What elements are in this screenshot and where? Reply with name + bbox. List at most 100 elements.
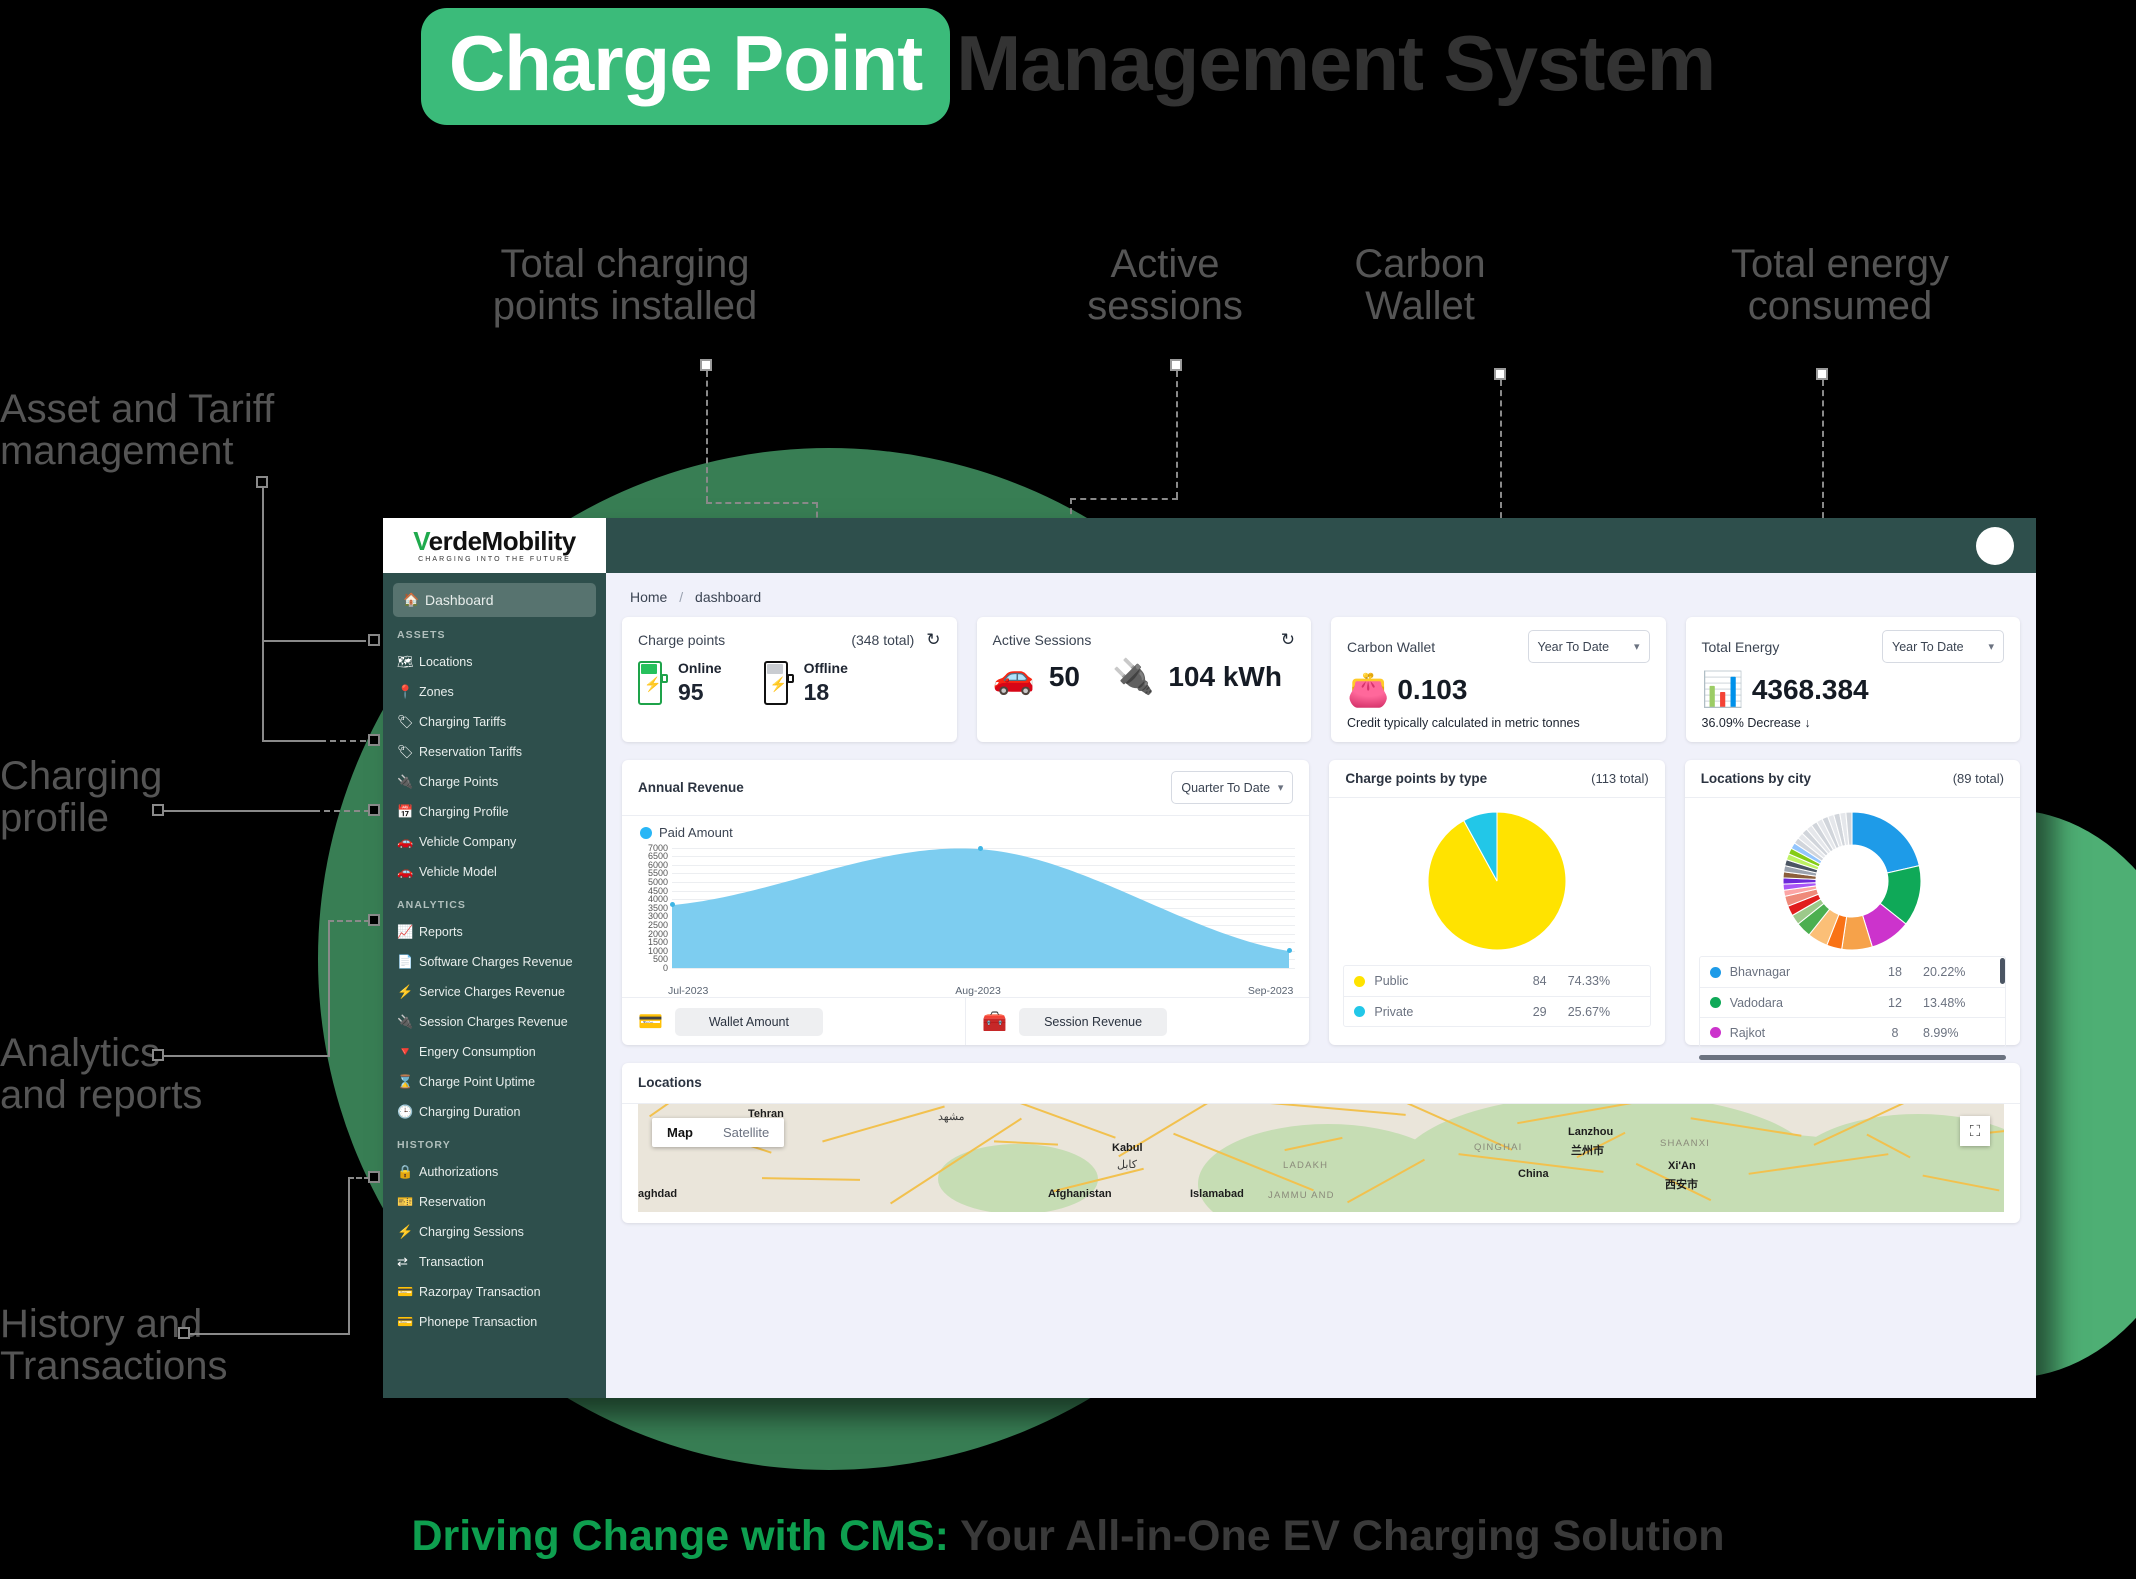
map-icon: 🗺	[397, 654, 414, 669]
leader-nub	[368, 634, 380, 646]
poster-stage: Charge Point Management System Asset and …	[0, 0, 2136, 1579]
horizontal-scrollbar[interactable]	[1698, 1055, 2006, 1060]
leader-line	[328, 920, 370, 922]
sidebar-group-title: ANALYTICS	[397, 899, 467, 911]
fullscreen-icon[interactable]: ⛶	[1960, 1116, 1990, 1146]
leader-nub	[152, 804, 164, 816]
sidebar-item-charging-tariffs[interactable]: 🏷 Charging Tariffs	[383, 707, 606, 737]
selected-period: Year To Date	[1537, 639, 1610, 654]
kpi-body: ⚡ Online 95 ⚡ Offline 18	[638, 660, 941, 706]
sidebar-item-label: Reports	[419, 925, 463, 939]
kpi-body: 🚗 50 🔌 104 kWh	[993, 660, 1296, 694]
revenue-area-chart: 0 500 1000 1500 2000 2500 3000 3500 4000 4500 5000…	[630, 842, 1296, 982]
sidebar-item-engery-consumption[interactable]: 🔻 Engery Consumption	[383, 1037, 606, 1067]
leader-nub	[368, 914, 380, 926]
sidebar-item-vehicle-model[interactable]: 🚗 Vehicle Model	[383, 857, 606, 887]
map-label: QINGHAI	[1474, 1142, 1523, 1153]
wallet-icon: 👛	[1347, 671, 1390, 709]
sidebar-item-reports[interactable]: 📈 Reports	[383, 917, 606, 947]
sidebar-item-reservation-tariffs[interactable]: 🏷 Reservation Tariffs	[383, 737, 606, 767]
annotation-charging-profile: Charging profile	[0, 754, 163, 840]
active-sessions-value: 50	[1048, 661, 1080, 692]
sidebar-item-session-charges-revenue[interactable]: 🔌 Session Charges Revenue	[383, 1007, 606, 1037]
sidebar-item-charge-points[interactable]: 🔌 Charge Points	[383, 767, 606, 797]
sidebar-groups: ASSETS 🗺 Locations 📍 Zones 🏷 Charging Tariffs 🏷…	[383, 617, 606, 1337]
legend-count: 84	[1532, 974, 1547, 988]
leader-line	[1176, 371, 1178, 498]
sidebar-item-dashboard[interactable]: 🏠 Dashboard	[393, 583, 596, 617]
map-label: Kabul	[1112, 1142, 1143, 1154]
kpi-card-total-energy: Total Energy Year To Date ▾ 📊 4368.384 3…	[1685, 617, 2020, 742]
annotation-carbon-wallet: Carbon Wallet	[1354, 242, 1486, 328]
y-axis-tick: 3000	[647, 911, 668, 922]
brand-tagline: CHARGING INTO THE FUTURE	[418, 556, 571, 563]
kpi-title: Active Sessions	[992, 632, 1092, 648]
sidebar-item-zones[interactable]: 📍 Zones	[383, 677, 606, 707]
sidebar-item-label: Service Charges Revenue	[419, 985, 565, 999]
sidebar-item-transaction[interactable]: ⇄ Transaction	[383, 1247, 606, 1277]
donut-legend-table: Bhavnagar 18 20.22% Vadodara 12 13.48% Rajkot 8…	[1698, 956, 2006, 1048]
total-energy-period-select[interactable]: Year To Date ▾	[1882, 630, 2004, 663]
card-icon: 💳	[397, 1284, 414, 1299]
sidebar-item-software-charges-revenue[interactable]: 📄 Software Charges Revenue	[383, 947, 606, 977]
revenue-period-select[interactable]: Quarter To Date ▾	[1171, 771, 1294, 804]
legend-percent: 8.99%	[1923, 1025, 1959, 1040]
vertical-scrollbar[interactable]	[2000, 958, 2005, 984]
sidebar-item-service-charges-revenue[interactable]: ⚡ Service Charges Revenue	[383, 977, 606, 1007]
refresh-icon[interactable]: ↻	[1281, 630, 1295, 650]
data-point	[669, 902, 675, 908]
home-icon: 🏠	[403, 592, 420, 607]
sidebar-item-label: Software Charges Revenue	[419, 955, 573, 969]
session-revenue-button[interactable]: Session Revenue	[1019, 1007, 1168, 1036]
sidebar-item-charging-duration[interactable]: 🕒 Charging Duration	[383, 1097, 606, 1127]
annual-revenue-card: Annual Revenue Quarter To Date ▾ Paid Am…	[622, 760, 1310, 1045]
sidebar-item-charging-sessions[interactable]: ⚡ Charging Sessions	[383, 1217, 606, 1247]
map-canvas[interactable]: Map Satellite ⛶ Tehran مشهد Kabul كابل Afgha…	[638, 1104, 2004, 1212]
leader-line	[164, 810, 314, 812]
ev-car-charging-icon: 🚗	[992, 658, 1035, 696]
calendar-icon: 📅	[397, 804, 414, 819]
plug-icon: 🔌	[397, 1014, 414, 1029]
map-toggle-satellite[interactable]: Satellite	[708, 1118, 784, 1147]
main-content: Home / dashboard Charge points (348 tota…	[606, 573, 2036, 1398]
map-label: Afghanistan	[1048, 1188, 1112, 1200]
x-axis-tick: Sep-2023	[1247, 985, 1294, 997]
map-terrain	[938, 1144, 1098, 1212]
legend-row: Vadodara 12 13.48%	[1699, 987, 2005, 1017]
sidebar: 🏠 Dashboard ASSETS 🗺 Locations 📍 Zones 🏷 Charg…	[383, 573, 606, 1398]
map-toggle-map[interactable]: Map	[652, 1118, 708, 1147]
annotation-asset-tariff: Asset and Tariff management	[0, 387, 275, 473]
poster-headline: Charge Point Management System	[0, 8, 2136, 125]
sidebar-item-charging-profile[interactable]: 📅 Charging Profile	[383, 797, 606, 827]
sidebar-item-phonepe-transaction[interactable]: 💳 Phonepe Transaction	[383, 1307, 606, 1337]
sidebar-item-razorpay-transaction[interactable]: 💳 Razorpay Transaction	[383, 1277, 606, 1307]
avatar[interactable]	[1976, 526, 2014, 565]
kpi-card-active-sessions: Active Sessions ↻ 🚗 50 🔌 104 kWh	[976, 617, 1311, 742]
sidebar-item-vehicle-company[interactable]: 🚗 Vehicle Company	[383, 827, 606, 857]
sidebar-item-reservation[interactable]: 🎫 Reservation	[383, 1187, 606, 1217]
map-label: SHAANXI	[1660, 1138, 1711, 1149]
y-axis-tick: 1500	[647, 937, 668, 948]
legend-label: Rajkot	[1729, 1025, 1766, 1040]
carbon-wallet-period-select[interactable]: Year To Date ▾	[1527, 630, 1650, 663]
legend-row: Rajkot 8 8.99%	[1699, 1017, 2005, 1047]
sidebar-item-charge-point-uptime[interactable]: ⌛ Charge Point Uptime	[383, 1067, 606, 1097]
refresh-icon[interactable]: ↻	[926, 630, 940, 649]
wallet-amount-button[interactable]: Wallet Amount	[674, 1007, 823, 1036]
brand-wordmark: VerdeMobility	[413, 528, 576, 554]
annotation-active-sessions: Active sessions	[1087, 242, 1243, 328]
sidebar-item-authorizations[interactable]: 🔒 Authorizations	[383, 1157, 606, 1187]
map-label: 西安市	[1665, 1179, 1698, 1191]
sidebar-item-locations[interactable]: 🗺 Locations	[383, 647, 606, 677]
energy-value: 104 kWh	[1168, 661, 1282, 692]
sidebar-item-label: Charging Sessions	[419, 1225, 524, 1239]
map-label: LADAKH	[1283, 1160, 1329, 1171]
card-title: Locations	[638, 1075, 702, 1090]
legend-dot-icon	[1354, 1006, 1366, 1017]
gridline	[672, 968, 1296, 969]
selected-period: Year To Date	[1892, 639, 1964, 654]
breadcrumb-separator: /	[679, 589, 684, 605]
breadcrumb-home[interactable]: Home	[630, 589, 667, 605]
sidebar-item-label: Dashboard	[425, 592, 494, 608]
charge-point-online-icon: ⚡	[638, 661, 668, 706]
